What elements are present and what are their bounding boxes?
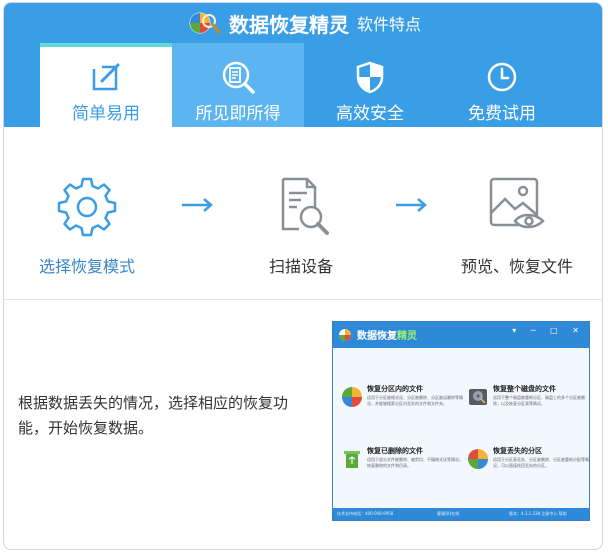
tab-label: 免费试用 bbox=[468, 104, 536, 124]
option-title: 恢复丢失的分区 bbox=[493, 447, 542, 455]
option-desc: 适用于分区被格式化、分区被删除、分区被误删除等情况，并能够搜索分区内丢失的文件和… bbox=[367, 395, 463, 406]
tab-label: 高效安全 bbox=[336, 104, 404, 124]
option-desc: 适用于分区表丢失、分区被删除、分区被重新分配等情况，可以直接找回丢失的分区。 bbox=[493, 457, 589, 468]
option-title: 恢复分区内的文件 bbox=[367, 385, 423, 393]
step-label: 预览、恢复文件 bbox=[460, 257, 573, 276]
window-controls: ▾ ─ □ ✕ bbox=[512, 326, 585, 335]
support-phone: 技术支持电话：400-008-9958 bbox=[337, 511, 394, 516]
option-title: 恢复整个磁盘的文件 bbox=[493, 385, 556, 393]
option-recover-lost-partition: 恢复丢失的分区 适用于分区表丢失、分区被删除、分区被重新分配等情况，可以直接找回… bbox=[467, 446, 589, 490]
step-label: 选择恢复模式 bbox=[38, 257, 135, 276]
pie-chart-icon bbox=[342, 387, 362, 407]
option-recover-deleted-files: 恢复已删除的文件 适用于部分文件被删除、被剪切、不慎格式化等情况，恢复删除的文件… bbox=[341, 446, 466, 490]
tab-label: 简单易用 bbox=[72, 104, 140, 124]
description-text: 根据数据丢失的情况，选择相应的恢复功能，开始恢复数据。 bbox=[18, 394, 289, 437]
step-label: 扫描设备 bbox=[268, 257, 333, 276]
version-info: 版本：4.3.1.238 注册中心 帮助 bbox=[509, 511, 567, 516]
screenshot-statusbar: 技术支持电话：400-008-9958 客服QQ在线 版本：4.3.1.238 … bbox=[333, 508, 589, 520]
option-desc: 适用于整个磁盘被重新分区、磁盘上的多个分区被删除，以及恢复分区表等情况。 bbox=[493, 395, 585, 406]
clock-icon bbox=[484, 59, 520, 95]
app-screenshot: 数据恢复精灵 ▾ ─ □ ✕ 恢复分区内的文件 适用于分区被格式化、分区被删除、… bbox=[332, 321, 590, 521]
option-recover-disk-files: 恢复整个磁盘的文件 适用于整个磁盘被重新分区、磁盘上的多个分区被删除，以及恢复分… bbox=[467, 384, 589, 428]
arrow-right-icon bbox=[392, 195, 432, 215]
steps-row: 选择恢复模式 扫描设备 预览、恢复文件 bbox=[4, 127, 602, 300]
scan-document-icon bbox=[269, 173, 333, 237]
option-recover-partition-files: 恢复分区内的文件 适用于分区被格式化、分区被删除、分区被误删除等情况，并能够搜索… bbox=[341, 384, 466, 428]
image-preview-icon bbox=[485, 173, 549, 237]
tab-wysiwyg[interactable]: 所见即所得 bbox=[172, 43, 304, 127]
feature-card: 数据恢复精灵 软件特点 简单易用 所见即所得 高效安全 免费试用 选择恢复模式 … bbox=[3, 2, 603, 550]
app-subtitle: 软件特点 bbox=[356, 15, 421, 34]
app-logo-icon bbox=[339, 329, 351, 341]
app-title: 数据恢复精灵 bbox=[228, 12, 349, 37]
hard-disk-icon bbox=[469, 389, 487, 405]
document-search-icon bbox=[220, 59, 256, 95]
header: 数据恢复精灵 软件特点 简单易用 所见即所得 高效安全 免费试用 bbox=[4, 3, 602, 127]
recycle-bin-icon bbox=[344, 451, 360, 468]
screenshot-title-highlight: 精灵 bbox=[397, 331, 417, 342]
tab-free-trial[interactable]: 免费试用 bbox=[436, 43, 568, 127]
option-title: 恢复已删除的文件 bbox=[367, 447, 423, 455]
arrow-right-icon bbox=[178, 195, 218, 215]
option-desc: 适用于部分文件被删除、被剪切、不慎格式化等情况，恢复删除的文件和目录。 bbox=[367, 457, 463, 468]
edit-icon bbox=[88, 59, 124, 95]
gear-icon bbox=[55, 173, 119, 237]
qq-online-link: 客服QQ在线 bbox=[437, 511, 460, 516]
tab-efficient-secure[interactable]: 高效安全 bbox=[304, 43, 436, 127]
pie-chart-icon bbox=[468, 449, 488, 469]
tab-easy-to-use[interactable]: 简单易用 bbox=[40, 43, 172, 127]
shield-icon bbox=[352, 59, 388, 95]
screenshot-titlebar: 数据恢复精灵 ▾ ─ □ ✕ bbox=[333, 322, 589, 348]
screenshot-title-prefix: 数据恢复 bbox=[357, 331, 397, 342]
screenshot-title: 数据恢复精灵 bbox=[357, 327, 417, 342]
title-bar: 数据恢复精灵 软件特点 bbox=[4, 3, 602, 43]
app-logo-icon bbox=[185, 9, 221, 37]
tab-label: 所见即所得 bbox=[195, 104, 281, 124]
